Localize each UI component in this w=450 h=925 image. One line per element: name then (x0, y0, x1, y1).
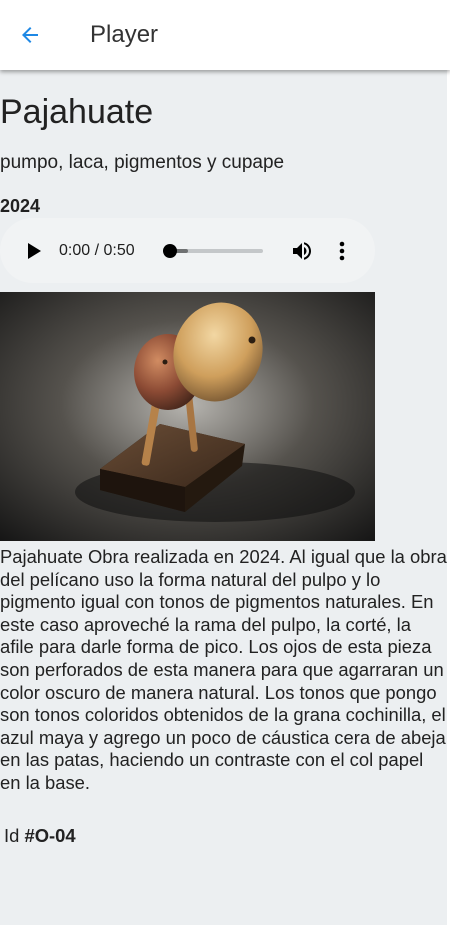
seek-thumb[interactable] (163, 244, 177, 258)
volume-icon[interactable] (290, 239, 314, 263)
artwork-title: Pajahuate (0, 93, 154, 131)
artwork-id: Id #O-04 (4, 825, 76, 847)
play-icon[interactable] (24, 241, 44, 261)
page-title: Player (90, 21, 159, 48)
arrow-left-icon (22, 27, 38, 43)
artwork-materials: pumpo, laca, pigmentos y cupape (0, 152, 285, 173)
id-label: Id (4, 825, 20, 846)
app-bar: Player (0, 0, 450, 70)
more-vertical-icon[interactable] (332, 239, 352, 263)
back-button[interactable] (10, 15, 50, 55)
artwork-year: 2024 (0, 196, 41, 216)
artwork-description: Pajahuate Obra realizada en 2024. Al igu… (0, 546, 447, 793)
artwork-photo (0, 292, 375, 541)
id-value: #O-04 (24, 825, 76, 846)
audio-player: 0:00 / 0:50 (0, 218, 375, 283)
seek-slider[interactable] (163, 243, 263, 259)
audio-time: 0:00 / 0:50 (59, 242, 135, 259)
